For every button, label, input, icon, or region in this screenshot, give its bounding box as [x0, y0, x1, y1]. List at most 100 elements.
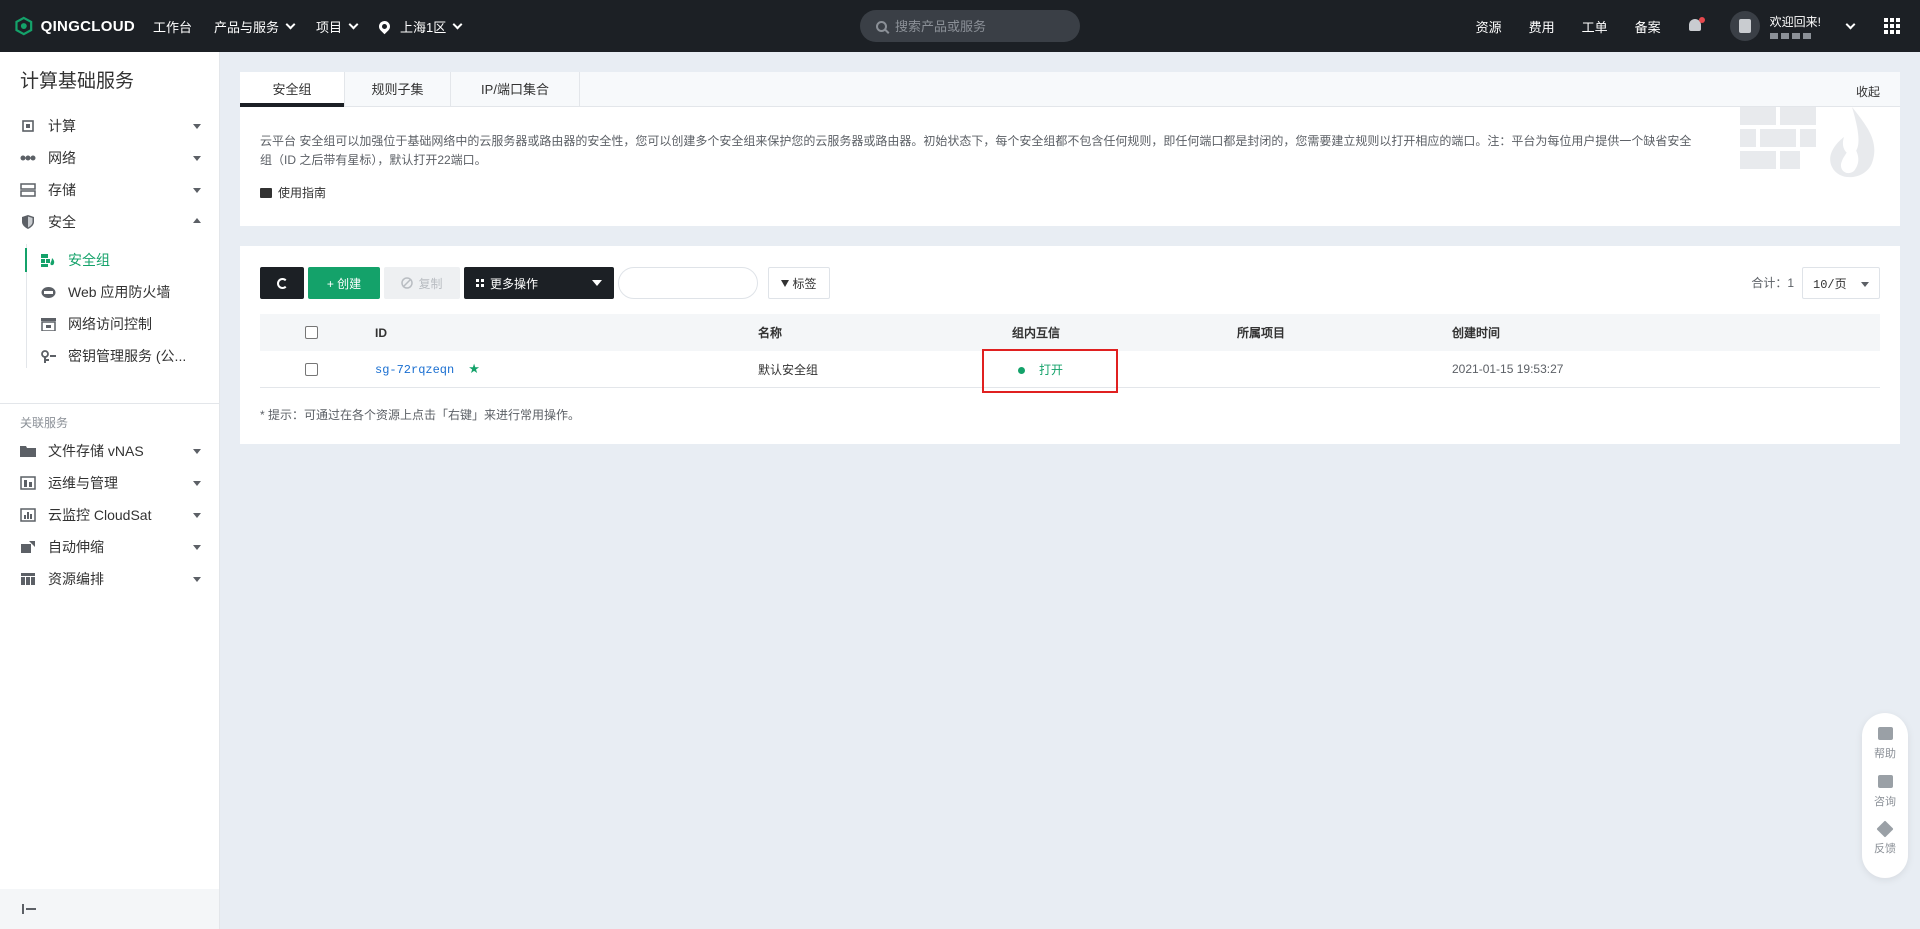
sidebar-item-vnas[interactable]: 文件存储 vNAS [0, 435, 219, 467]
avatar[interactable] [1729, 11, 1760, 41]
sidebar-item-cloudsat[interactable]: 云监控 CloudSat [0, 499, 219, 531]
nav-workbench-label: 工作台 [153, 19, 193, 35]
user-info[interactable]: 欢迎回来! [1769, 13, 1821, 39]
caret-up-icon [193, 218, 201, 223]
access-control-icon [41, 317, 56, 331]
logo-text: QINGCLOUD [40, 17, 135, 35]
bell-icon[interactable] [1688, 17, 1705, 34]
sidebar-item-label: 资源编排 [48, 571, 104, 587]
page-size-select[interactable]: 10/页 [1802, 267, 1880, 299]
feedback-label: 反馈 [1874, 843, 1896, 855]
nav-products-label: 产品与服务 [214, 19, 280, 35]
more-actions-dropdown[interactable]: 更多操作 [464, 267, 614, 299]
resource-id-link[interactable]: sg-72rqzeqn [375, 363, 454, 377]
info-panel: 安全组 规则子集 IP/端口集合 收起 云平台 安全组可以加强位于基础网络中的云… [240, 72, 1900, 226]
row-checkbox[interactable] [305, 362, 318, 376]
column-created[interactable]: 创建时间 [1452, 324, 1852, 341]
apps-grid-icon[interactable] [1884, 18, 1900, 34]
collapse-link[interactable]: 收起 [1856, 83, 1880, 100]
user-guide-link[interactable]: 使用指南 [260, 184, 326, 201]
inner-trust-status: 打开 [1039, 362, 1064, 377]
ops-icon [20, 476, 36, 490]
sidebar-item-storage[interactable]: 存储 [0, 174, 219, 206]
sidebar-item-kms[interactable]: 密钥管理服务 (公... [0, 340, 219, 372]
caret-down-icon [193, 124, 201, 129]
nav-workbench[interactable]: 工作台 [153, 17, 192, 36]
more-actions-icon [476, 279, 484, 287]
monitor-icon [20, 508, 36, 522]
column-id[interactable]: ID [375, 326, 758, 340]
tip-text: * 提示：可通过在各个资源上点击「右键」来进行常用操作。 [260, 408, 581, 422]
nav-billing[interactable]: 费用 [1529, 17, 1555, 36]
table-row[interactable]: sg-72rqzeqn ★ 默认安全组 打开 2021-01-15 19:53:2… [260, 351, 1880, 388]
sidebar-item-label: 自动伸缩 [48, 539, 104, 555]
refresh-button[interactable] [260, 267, 304, 299]
consult-label: 咨询 [1874, 796, 1896, 808]
security-group-table: ID 名称 组内互信 所属项目 创建时间 sg-72rqzeqn ★ 默认安全组 … [260, 314, 1880, 388]
sidebar-item-ops[interactable]: 运维与管理 [0, 467, 219, 499]
list-panel: + 创建 复制 更多操作 标签 合计：1 10/页 ID 名称 组内互信 所属项… [240, 246, 1900, 444]
book-icon [260, 187, 272, 198]
tag-filter-button[interactable]: 标签 [768, 267, 830, 299]
chevron-down-icon [285, 19, 296, 29]
guide-label: 使用指南 [278, 186, 327, 200]
sidebar: 计算基础服务 计算 网络 存储 安全 安全组 Web 应用防火墙 网络访问控制 [0, 52, 220, 929]
network-icon [20, 155, 36, 161]
select-all-checkbox[interactable] [305, 326, 318, 339]
sidebar-item-compute[interactable]: 计算 [0, 110, 219, 142]
sidebar-title: 计算基础服务 [20, 71, 135, 92]
more-actions-label: 更多操作 [490, 276, 539, 291]
copy-button[interactable]: 复制 [384, 267, 460, 299]
sub-item-label: 安全组 [68, 252, 110, 268]
floating-help-panel: 帮助 咨询 反馈 [1862, 713, 1908, 878]
nav-icp[interactable]: 备案 [1635, 17, 1661, 36]
sidebar-collapse[interactable] [0, 889, 219, 929]
resource-name: 默认安全组 [758, 362, 819, 377]
user-menu-chevron-icon[interactable] [1845, 19, 1856, 29]
sidebar-item-waf[interactable]: Web 应用防火墙 [0, 276, 219, 308]
nav-project[interactable]: 项目 [316, 17, 359, 36]
location-pin-icon [376, 18, 393, 34]
feedback-button[interactable]: 反馈 [1874, 820, 1896, 856]
sidebar-item-security-group[interactable]: 安全组 [0, 244, 219, 276]
logo[interactable]: QINGCLOUD [15, 14, 135, 38]
filter-input[interactable] [618, 267, 758, 299]
create-button[interactable]: + 创建 [308, 267, 380, 299]
user-icon [1738, 19, 1751, 33]
copy-icon [401, 277, 414, 289]
nav-tickets[interactable]: 工单 [1582, 17, 1608, 36]
help-button[interactable]: 帮助 [1874, 727, 1896, 761]
storage-icon [20, 183, 36, 197]
sidebar-item-autoscaling[interactable]: 自动伸缩 [0, 531, 219, 563]
sidebar-item-network[interactable]: 网络 [0, 142, 219, 174]
caret-down-icon [193, 449, 201, 454]
tab-security-group[interactable]: 安全组 [240, 72, 345, 107]
qingcloud-logo-icon [15, 16, 33, 36]
consult-button[interactable]: 咨询 [1874, 775, 1896, 809]
sidebar-item-access-control[interactable]: 网络访问控制 [0, 308, 219, 340]
firewall-illustration-icon [1740, 107, 1875, 178]
chip-icon [22, 120, 34, 132]
column-project[interactable]: 所属项目 [1237, 324, 1452, 341]
global-search[interactable] [860, 10, 1080, 42]
column-inner-trust[interactable]: 组内互信 [1012, 324, 1237, 341]
nav-products[interactable]: 产品与服务 [214, 17, 296, 36]
sub-item-label: Web 应用防火墙 [68, 284, 171, 300]
sidebar-item-label: 安全 [48, 214, 76, 230]
chevron-down-icon [452, 19, 463, 29]
tab-rule-subset[interactable]: 规则子集 [345, 72, 451, 106]
status-dot-icon [1018, 366, 1025, 374]
search-input[interactable] [895, 18, 1055, 34]
table-header: ID 名称 组内互信 所属项目 创建时间 [260, 314, 1880, 351]
sidebar-item-security[interactable]: 安全 [0, 206, 219, 238]
default-star-icon: ★ [468, 361, 480, 376]
tab-bar: 安全组 规则子集 IP/端口集合 [240, 72, 1900, 107]
sidebar-item-orchestration[interactable]: 资源编排 [0, 563, 219, 595]
caret-down-icon [193, 513, 201, 518]
nav-resources[interactable]: 资源 [1476, 17, 1502, 36]
tab-ip-port-set[interactable]: IP/端口集合 [451, 72, 580, 106]
caret-down-icon [193, 545, 201, 550]
pencil-icon [1876, 820, 1894, 838]
nav-region[interactable]: 上海1区 [376, 17, 463, 36]
column-name[interactable]: 名称 [758, 324, 1012, 341]
